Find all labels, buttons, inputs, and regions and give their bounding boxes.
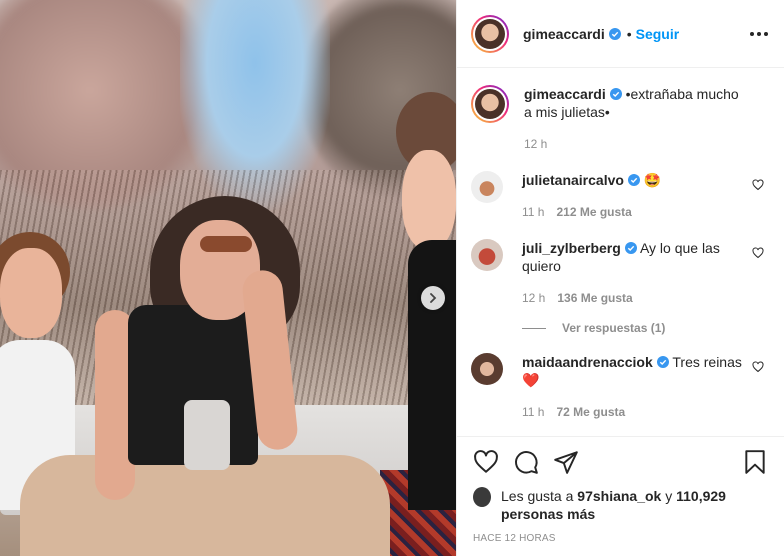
caption-avatar[interactable] bbox=[471, 85, 509, 123]
verified-icon bbox=[656, 356, 669, 368]
comment-item: julietanaircalvo 🤩 11 h 212 Me gusta bbox=[471, 171, 768, 221]
instagram-post: gimeaccardi • Seguir gimeaccardi •extrañ… bbox=[0, 0, 784, 556]
person-middle-sunglasses bbox=[200, 236, 252, 252]
heart-icon[interactable] bbox=[752, 361, 764, 373]
heart-icon[interactable] bbox=[752, 179, 764, 191]
more-icon[interactable] bbox=[750, 31, 768, 36]
caption-time[interactable]: 12 h bbox=[524, 135, 547, 153]
person-middle-legs bbox=[20, 455, 390, 556]
comment-time[interactable]: 11 h bbox=[522, 203, 544, 221]
comment-likes[interactable]: 212 Me gusta bbox=[556, 203, 631, 221]
separator-dot: • bbox=[626, 25, 632, 42]
comment-icon[interactable] bbox=[513, 449, 539, 475]
follow-button[interactable]: Seguir bbox=[636, 26, 680, 42]
replies-divider bbox=[522, 327, 546, 329]
post-side-panel: gimeaccardi • Seguir gimeaccardi •extrañ… bbox=[456, 0, 784, 556]
comment-text: 🤩 bbox=[643, 172, 662, 188]
person-right-face bbox=[402, 150, 456, 250]
verified-icon bbox=[627, 174, 640, 186]
liker-username[interactable]: 97shiana_ok bbox=[577, 488, 661, 504]
caption-username[interactable]: gimeaccardi bbox=[524, 86, 606, 102]
person-left-face bbox=[0, 248, 62, 338]
comment-likes[interactable]: 136 Me gusta bbox=[557, 289, 632, 307]
action-bar bbox=[473, 437, 768, 487]
comment-item: juli_zylberberg Ay lo que las quiero 12 … bbox=[471, 239, 768, 307]
commenter-username[interactable]: juli_zylberberg bbox=[522, 240, 621, 256]
bookmark-icon[interactable] bbox=[742, 449, 768, 475]
comment-item: maidaandrenacciok Tres reinas ❤️ 11 h 72… bbox=[471, 353, 768, 421]
likes-conj: y bbox=[665, 488, 673, 504]
likes-summary: Les gusta a 97shiana_ok y 110,929 person… bbox=[473, 487, 768, 523]
verified-icon bbox=[624, 242, 637, 254]
comment-time[interactable]: 12 h bbox=[522, 289, 545, 307]
comment-time[interactable]: 11 h bbox=[522, 403, 544, 421]
commenter-avatar[interactable] bbox=[471, 171, 503, 203]
verified-icon bbox=[609, 88, 622, 100]
post-header: gimeaccardi • Seguir bbox=[457, 0, 784, 68]
liker-avatar[interactable] bbox=[473, 487, 491, 507]
commenter-avatar[interactable] bbox=[471, 353, 503, 385]
post-timestamp[interactable]: HACE 12 HORAS bbox=[473, 533, 768, 544]
post-footer: Les gusta a 97shiana_ok y 110,929 person… bbox=[457, 436, 784, 544]
verified-icon bbox=[608, 27, 621, 40]
view-replies-button[interactable]: Ver respuestas (1) bbox=[522, 321, 768, 335]
comment-likes[interactable]: 72 Me gusta bbox=[556, 403, 625, 421]
person-right-body bbox=[408, 240, 456, 510]
caption: gimeaccardi •extrañaba mucho a mis julie… bbox=[471, 85, 768, 153]
comments-list[interactable]: gimeaccardi •extrañaba mucho a mis julie… bbox=[457, 69, 784, 435]
commenter-avatar[interactable] bbox=[471, 239, 503, 271]
heart-icon[interactable] bbox=[752, 247, 764, 259]
post-photo[interactable] bbox=[0, 0, 456, 556]
author-avatar[interactable] bbox=[471, 14, 509, 53]
commenter-username[interactable]: maidaandrenacciok bbox=[522, 354, 653, 370]
next-arrow-icon bbox=[430, 293, 437, 303]
author-username[interactable]: gimeaccardi bbox=[523, 26, 605, 42]
commenter-username[interactable]: julietanaircalvo bbox=[522, 172, 624, 188]
heart-icon[interactable] bbox=[473, 449, 499, 475]
share-icon[interactable] bbox=[553, 449, 579, 475]
person-middle-bag bbox=[184, 400, 230, 470]
view-replies-label: Ver respuestas (1) bbox=[562, 321, 666, 335]
likes-prefix: Les gusta a bbox=[501, 488, 574, 504]
next-photo-button[interactable] bbox=[421, 286, 445, 310]
